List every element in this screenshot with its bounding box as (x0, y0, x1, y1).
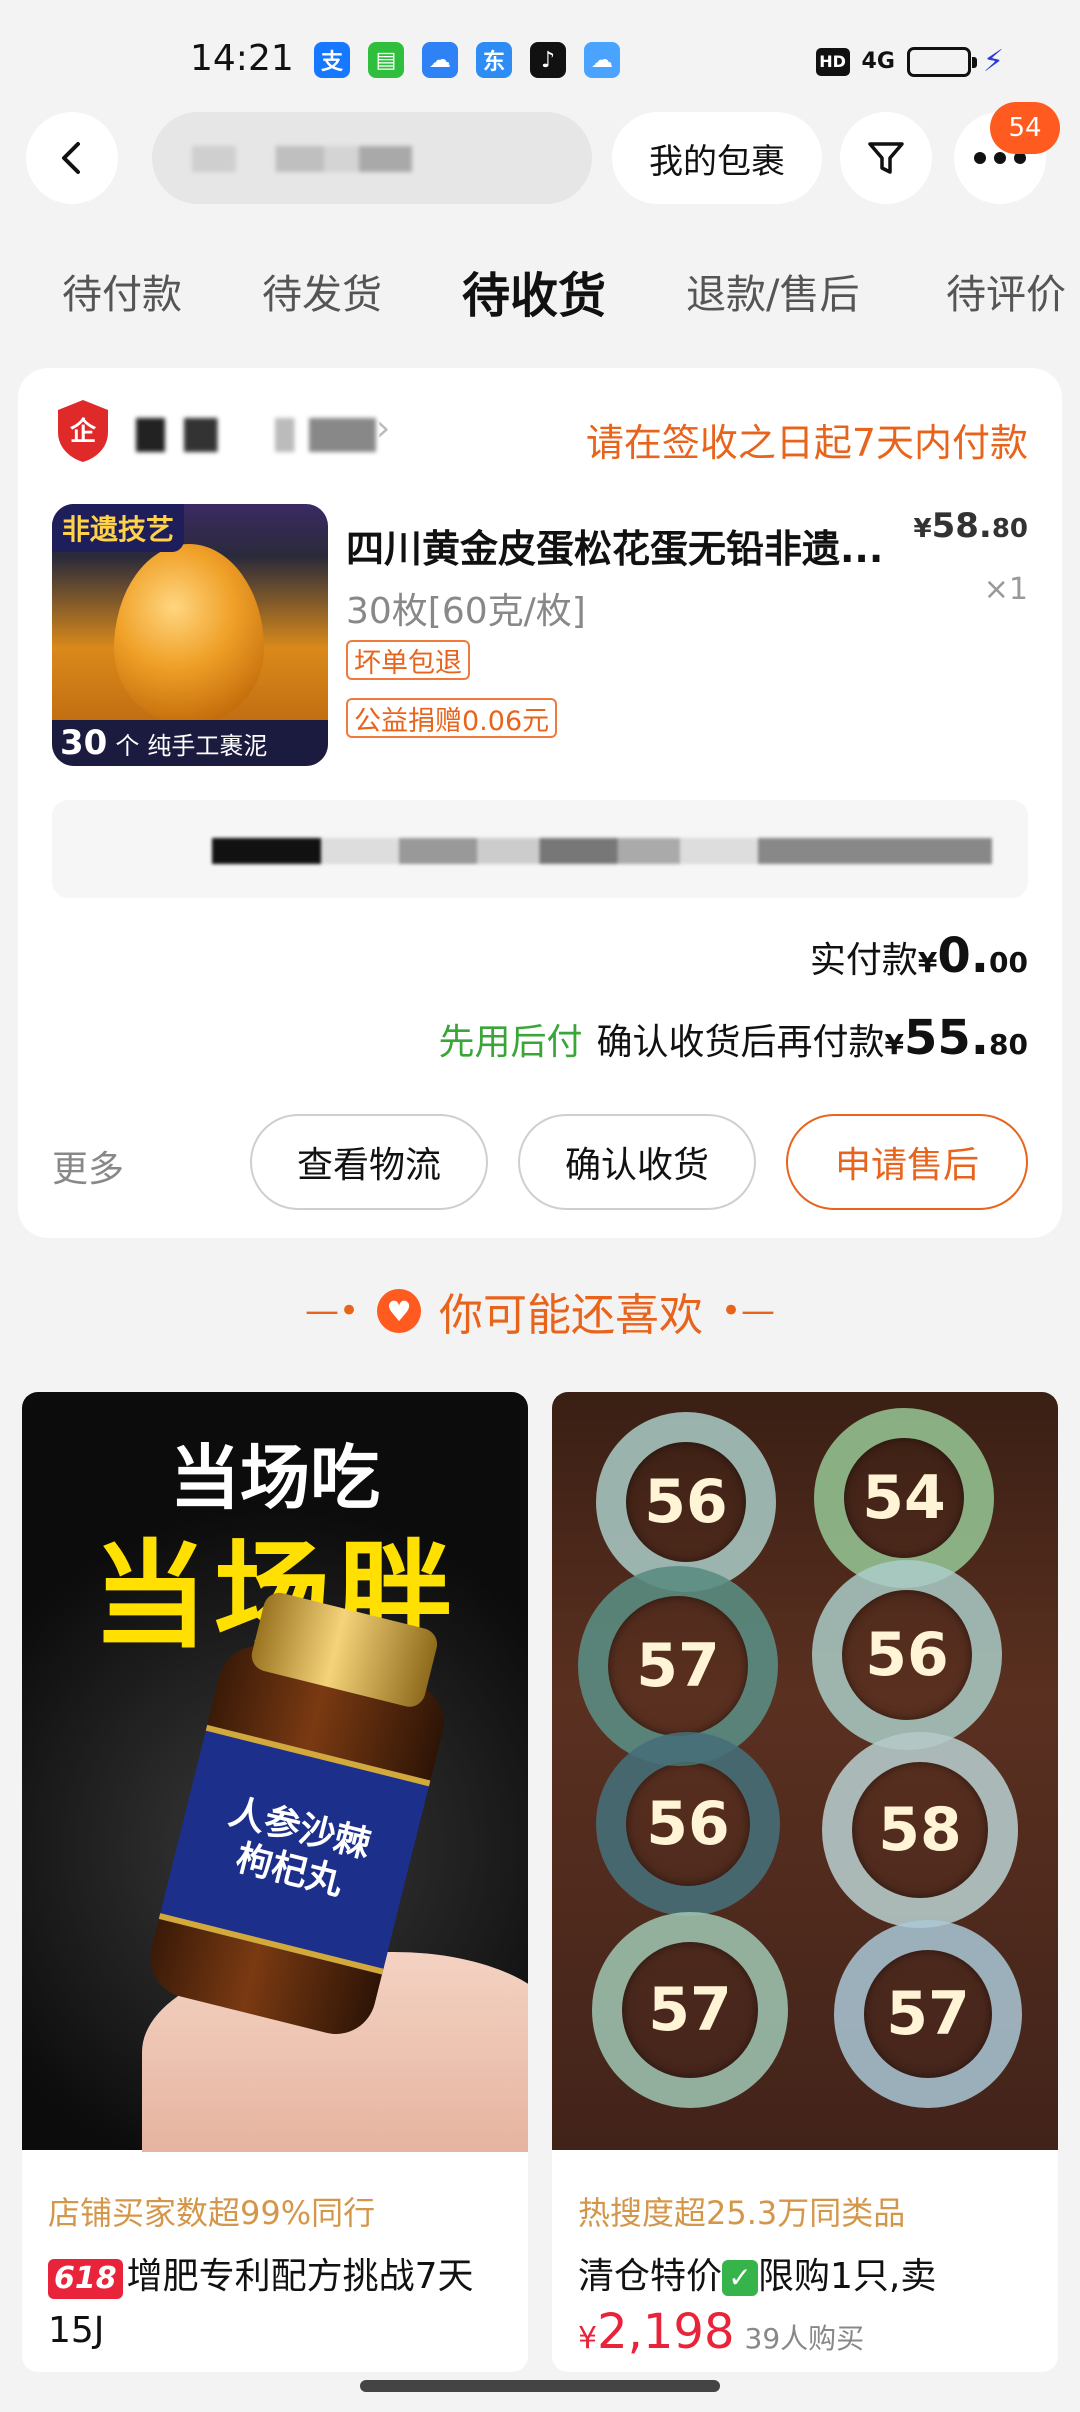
alipay-icon: 支 (314, 42, 350, 78)
product-title[interactable]: 四川黄金皮蛋松花蛋无铅非遗... (346, 518, 886, 573)
recommend-subtitle: 热搜度超25.3万同类品 (578, 2194, 906, 2232)
product-quantity: ×1 (983, 572, 1028, 607)
signal-icon: 4G (861, 49, 895, 74)
product-thumbnail[interactable]: 非遗技艺 30 个纯手工裹泥 (52, 504, 328, 766)
charging-icon: ⚡ (982, 44, 1004, 79)
bangle-image: 58 (822, 1732, 1018, 1928)
logistics-info-bar[interactable] (52, 800, 1028, 898)
redacted-search-text (192, 146, 412, 172)
recommend-title: 你可能还喜欢 (439, 1290, 703, 1341)
redacted-logistics-text (212, 838, 992, 864)
bangle-image: 57 (834, 1920, 1022, 2108)
notification-icons: 支 ▤ ☁ 东 ♪ ☁ (314, 42, 620, 78)
product-price: ¥58.80 (913, 506, 1028, 546)
tab-pending-receipt[interactable]: 待收货 (462, 256, 606, 326)
filter-icon (868, 142, 904, 174)
heart-icon: ♥ (377, 1289, 421, 1333)
pay-deadline-note: 请在签收之日起7天内付款 (585, 421, 1028, 465)
tab-refund-after-sale[interactable]: 退款/售后 (686, 262, 859, 320)
checkmark-icon: ✓ (722, 2260, 759, 2296)
service-tag-refund: 坏单包退 (346, 640, 470, 680)
top-navigation: 我的包裹 54 (0, 102, 1080, 208)
recommend-subtitle: 店铺买家数超99%同行 (48, 2194, 376, 2232)
decor-line-left: —• (304, 1291, 359, 1331)
egg-image (114, 544, 264, 724)
promo-618-badge: 618 (48, 2259, 123, 2299)
weather-icon: ☁ (584, 42, 620, 78)
back-arrow-icon (62, 142, 80, 174)
recommend-card[interactable]: 当场吃 当场胖 人参沙棘枸杞丸 店铺买家数超99%同行 618增肥专利配方挑战7… (22, 1392, 528, 2372)
bangle-image: 56 (812, 1560, 1002, 1750)
recommend-price: ¥2,198 39人购买 (578, 2304, 865, 2360)
filter-button[interactable] (840, 112, 932, 204)
pay-later-label: 先用后付 (438, 1022, 583, 1063)
service-tag-charity: 公益捐赠0.06元 (346, 698, 558, 738)
jd-icon: 东 (476, 42, 512, 78)
tab-pending-review[interactable]: 待评价 (946, 262, 1066, 320)
more-actions-link[interactable]: 更多 (52, 1140, 124, 1192)
pay-later-amount: 先用后付 确认收货后再付款¥55.80 (438, 1010, 1028, 1066)
paid-amount: 实付款¥0.00 (809, 928, 1028, 984)
thumbnail-tag-top: 非遗技艺 (52, 504, 185, 552)
confirm-receipt-button[interactable]: 确认收货 (518, 1114, 756, 1210)
system-indicators: HD 4G ⚡ (815, 44, 1004, 79)
chevron-right-icon[interactable]: › (376, 408, 390, 449)
recommend-header: —• ♥ 你可能还喜欢 •— (0, 1276, 1080, 1346)
shop-logo-icon[interactable]: 企 (54, 398, 112, 464)
bangle-image: 56 (596, 1412, 776, 1592)
recommend-name[interactable]: 清仓特价 ✓ 限购1只,卖 (578, 2250, 1034, 2304)
product-image[interactable]: 当场吃 当场胖 人参沙棘枸杞丸 (22, 1392, 528, 2152)
redacted-shop-name[interactable] (136, 418, 376, 452)
order-status-tabs: 待付款 待发货 待收货 退款/售后 待评价 (0, 262, 1080, 332)
decor-line-right: •— (721, 1291, 776, 1331)
bangle-image: 56 (596, 1732, 780, 1916)
back-button[interactable] (26, 112, 118, 204)
battery-icon (906, 46, 977, 77)
product-image[interactable]: 56 54 57 56 56 58 57 57 (552, 1392, 1058, 2150)
order-card: 企 › 请在签收之日起7天内付款 非遗技艺 30 个纯手工裹泥 四川黄金皮蛋松花蛋… (18, 368, 1062, 1238)
notification-badge: 54 (990, 102, 1060, 154)
tiktok-icon: ♪ (530, 42, 566, 78)
tab-pending-payment[interactable]: 待付款 (62, 262, 182, 320)
status-bar: 14:21 支 ▤ ☁ 东 ♪ ☁ HD 4G ⚡ (0, 0, 1080, 120)
my-package-button[interactable]: 我的包裹 (612, 112, 822, 204)
recommend-card[interactable]: 56 54 57 56 56 58 57 57 热搜度超25.3万同类品 清仓特… (552, 1392, 1058, 2372)
cloud-service-icon: ☁ (422, 42, 458, 78)
svg-text:企: 企 (70, 416, 97, 447)
recommend-name[interactable]: 618 增肥专利配方挑战7天15J (48, 2250, 504, 2358)
view-logistics-button[interactable]: 查看物流 (250, 1114, 488, 1210)
search-input[interactable] (152, 112, 592, 204)
product-spec: 30枚[60克/枚] (346, 591, 586, 632)
message-icon: ▤ (368, 42, 404, 78)
bangle-image: 57 (592, 1912, 788, 2108)
tab-pending-shipment[interactable]: 待发货 (262, 262, 382, 320)
status-time: 14:21 (190, 38, 294, 79)
sold-count: 39人购买 (744, 2322, 865, 2355)
home-indicator[interactable] (360, 2380, 720, 2392)
apply-after-sale-button[interactable]: 申请售后 (786, 1114, 1028, 1210)
hd-icon: HD (815, 47, 850, 76)
thumbnail-tag-bottom: 30 个纯手工裹泥 (52, 720, 328, 766)
